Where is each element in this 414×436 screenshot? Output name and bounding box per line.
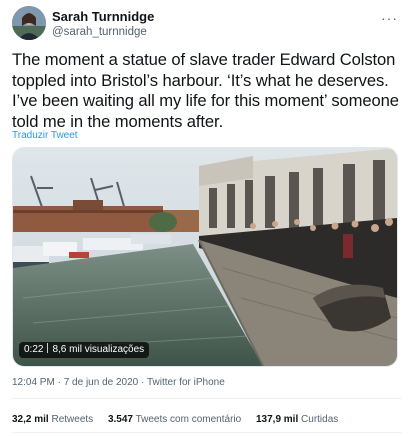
quotes-count: 3.547 — [107, 414, 133, 425]
video-info-badge: 0:22 8,6 mil visualizações — [19, 342, 150, 358]
avatar-image — [12, 6, 46, 40]
avatar[interactable] — [12, 6, 46, 40]
tweet-time[interactable]: 12:04 PM — [12, 377, 55, 388]
tweet-meta: 12:04 PM · 7 de jun de 2020 · Twitter fo… — [12, 377, 225, 388]
tweet-text: The moment a statue of slave trader Edwa… — [12, 50, 399, 131]
likes-stat[interactable]: 137,9 mil Curtidas — [256, 414, 338, 425]
user-names: Sarah Turnnidge @sarah_turnnidge — [52, 9, 154, 40]
tweet-card: Sarah Turnnidge @sarah_turnnidge ··· The… — [0, 0, 414, 436]
user-handle[interactable]: @sarah_turnnidge — [52, 25, 154, 40]
tweet-stats: 32,2 mil Retweets 3.547 Tweets com comen… — [12, 414, 350, 425]
quote-tweets-stat[interactable]: 3.547 Tweets com comentário — [108, 414, 241, 425]
divider-top — [12, 398, 402, 399]
display-name[interactable]: Sarah Turnnidge — [52, 9, 154, 25]
meta-separator: · — [57, 377, 61, 388]
video-frame — [13, 148, 397, 366]
divider-bottom — [12, 432, 402, 433]
likes-count: 137,9 mil — [255, 414, 299, 425]
retweets-label: Retweets — [51, 414, 94, 425]
retweets-stat[interactable]: 32,2 mil Retweets — [12, 414, 93, 425]
tweet-date[interactable]: 7 de jun de 2020 — [64, 377, 139, 388]
retweets-count: 32,2 mil — [12, 414, 49, 425]
more-horizontal-icon[interactable]: ··· — [381, 10, 398, 26]
badge-divider — [47, 343, 49, 353]
tweet-source[interactable]: Twitter for iPhone — [147, 377, 225, 388]
quotes-label: Tweets com comentário — [135, 414, 242, 425]
video-player[interactable]: 0:22 8,6 mil visualizações — [12, 147, 398, 367]
likes-label: Curtidas — [301, 414, 339, 425]
translate-tweet-link[interactable]: Traduzir Tweet — [12, 130, 78, 141]
video-views: 8,6 mil visualizações — [52, 344, 145, 355]
meta-separator-2: · — [141, 377, 145, 388]
tweet-header: Sarah Turnnidge @sarah_turnnidge ··· — [12, 6, 402, 42]
video-duration: 0:22 — [24, 344, 44, 355]
